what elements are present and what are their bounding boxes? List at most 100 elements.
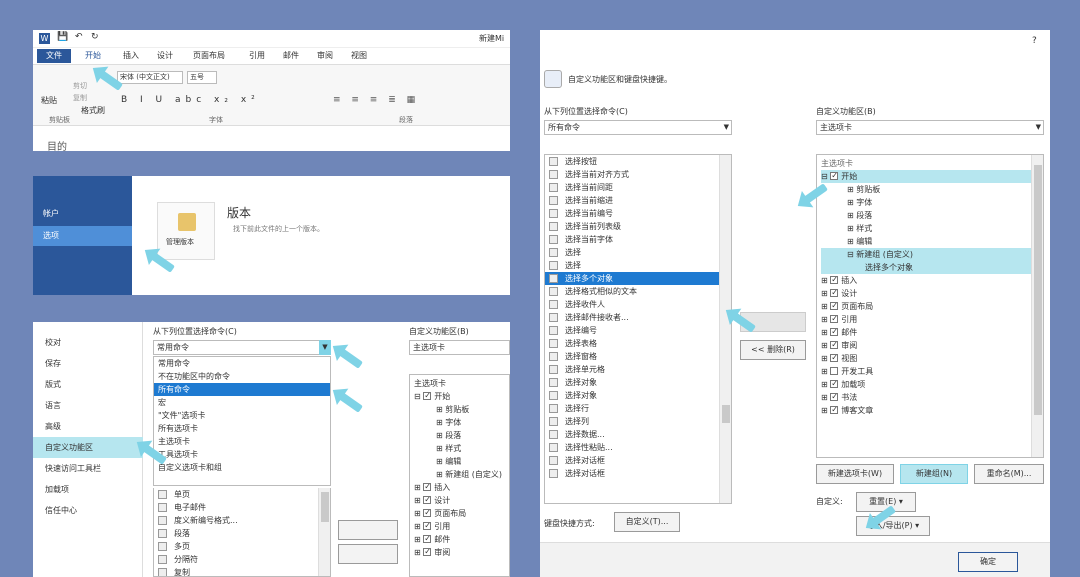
list-item[interactable]: 选择列 bbox=[545, 415, 731, 428]
add-button[interactable] bbox=[338, 520, 398, 540]
list-item[interactable]: 复制 bbox=[154, 566, 330, 576]
list-item[interactable]: 选择当前缩进 bbox=[545, 194, 731, 207]
tree-scrollbar[interactable] bbox=[1031, 155, 1043, 457]
dropdown-option-all-tabs[interactable]: 所有选项卡 bbox=[154, 422, 330, 435]
list-item[interactable]: 选择 bbox=[545, 259, 731, 272]
tab-mail[interactable]: 邮件 bbox=[283, 50, 299, 61]
tab-view[interactable]: 视图 bbox=[351, 50, 367, 61]
list-item-select-multiple[interactable]: 选择多个对象 bbox=[545, 272, 731, 285]
ok-button[interactable]: 确定 bbox=[958, 552, 1018, 572]
paragraph-buttons[interactable]: ≡ ≡ ≡ ≣ ▦ bbox=[333, 95, 419, 105]
format-painter-label[interactable]: 格式刷 bbox=[81, 105, 105, 116]
tree-item[interactable]: ⊞ 字体 bbox=[414, 416, 505, 429]
tab-references[interactable]: 引用 bbox=[249, 50, 265, 61]
list-item[interactable]: 选择数据... bbox=[545, 428, 731, 441]
font-name-select[interactable]: 宋体 (中文正文) bbox=[117, 71, 183, 84]
list-item[interactable]: 选择收件人 bbox=[545, 298, 731, 311]
tree-item[interactable]: ⊞ 剪贴板 bbox=[821, 183, 1039, 196]
tree-item[interactable]: ⊞ 插入 bbox=[821, 273, 1039, 287]
dropdown-option-macros[interactable]: 宏 bbox=[154, 396, 330, 409]
list-item[interactable]: 选择当前对齐方式 bbox=[545, 168, 731, 181]
list-item[interactable]: 单页 bbox=[154, 488, 330, 501]
font-format-buttons[interactable]: B I U abc x₂ x² bbox=[121, 95, 260, 105]
nav-customize-ribbon[interactable]: 自定义功能区 bbox=[33, 437, 143, 458]
choose-commands-dropdown[interactable]: 所有命令 ▼ bbox=[544, 120, 732, 135]
nav-options[interactable]: 选项 bbox=[33, 226, 132, 246]
nav-account[interactable]: 帐户 bbox=[43, 208, 59, 219]
choose-commands-dropdown[interactable]: 常用命令 bbox=[153, 340, 329, 355]
tree-item[interactable]: ⊞ 审阅 bbox=[414, 545, 505, 559]
list-item[interactable]: 选择性粘贴... bbox=[545, 441, 731, 454]
copy-label[interactable]: 复制 bbox=[73, 93, 87, 103]
tree-item[interactable]: ⊞ 视图 bbox=[821, 351, 1039, 365]
list-item[interactable]: 选择行 bbox=[545, 402, 731, 415]
nav-addins[interactable]: 加载项 bbox=[33, 479, 143, 500]
save-icon[interactable]: 💾 bbox=[57, 32, 68, 42]
dropdown-option-file-tab[interactable]: "文件"选项卡 bbox=[154, 409, 330, 422]
tree-item[interactable]: ⊞ 审阅 bbox=[821, 338, 1039, 352]
tree-item[interactable]: ⊞ 引用 bbox=[821, 312, 1039, 326]
tree-item-home[interactable]: ⊟ 开始 bbox=[821, 169, 1039, 183]
shortcut-customize-button[interactable]: 自定义(T)... bbox=[614, 512, 680, 532]
tree-item-home[interactable]: ⊟ 开始 bbox=[414, 389, 505, 403]
nav-trust-center[interactable]: 信任中心 bbox=[33, 500, 143, 521]
tab-review[interactable]: 审阅 bbox=[317, 50, 333, 61]
tree-item[interactable]: ⊞ 博客文章 bbox=[821, 403, 1039, 417]
list-item[interactable]: 选择对话框 bbox=[545, 467, 731, 480]
tab-layout[interactable]: 页面布局 bbox=[193, 50, 225, 61]
undo-icon[interactable]: ↶ bbox=[75, 32, 83, 42]
cut-label[interactable]: 剪切 bbox=[73, 81, 87, 91]
list-item[interactable]: 选择窗格 bbox=[545, 350, 731, 363]
list-item[interactable]: 选择编号 bbox=[545, 324, 731, 337]
list-item[interactable]: 段落 bbox=[154, 527, 330, 540]
dropdown-option-main-tabs[interactable]: 主选项卡 bbox=[154, 435, 330, 448]
nav-save[interactable]: 保存 bbox=[33, 353, 143, 374]
list-item[interactable]: 分隔符 bbox=[154, 553, 330, 566]
rename-button[interactable]: 重命名(M)... bbox=[974, 464, 1044, 484]
new-tab-button[interactable]: 新建选项卡(W) bbox=[816, 464, 894, 484]
tree-item[interactable]: ⊞ 邮件 bbox=[821, 325, 1039, 339]
list-item[interactable]: 度义新编号格式... bbox=[154, 514, 330, 527]
paste-label[interactable]: 粘贴 bbox=[41, 95, 57, 106]
list-item[interactable]: 选择对话框 bbox=[545, 454, 731, 467]
list-item[interactable]: 选择当前字体 bbox=[545, 233, 731, 246]
list-item[interactable]: 选择格式相似的文本 bbox=[545, 285, 731, 298]
list-item[interactable]: 选择当前列表级 bbox=[545, 220, 731, 233]
nav-quick-access[interactable]: 快速访问工具栏 bbox=[33, 458, 143, 479]
tree-item[interactable]: ⊞ 编辑 bbox=[414, 455, 505, 468]
tree-item-new-group[interactable]: ⊟ 新建组 (自定义) bbox=[821, 248, 1039, 261]
nav-language[interactable]: 语言 bbox=[33, 395, 143, 416]
dropdown-option-tool-tabs[interactable]: 工具选项卡 bbox=[154, 448, 330, 461]
list-item[interactable]: 选择表格 bbox=[545, 337, 731, 350]
list-item[interactable]: 选择当前编号 bbox=[545, 207, 731, 220]
list-item[interactable]: 选择按钮 bbox=[545, 155, 731, 168]
list-item[interactable]: 选择邮件接收者... bbox=[545, 311, 731, 324]
list-item[interactable]: 选择单元格 bbox=[545, 363, 731, 376]
list-item[interactable]: 选择对象 bbox=[545, 389, 731, 402]
tree-item[interactable]: ⊞ 书法 bbox=[821, 390, 1039, 404]
nav-layout[interactable]: 版式 bbox=[33, 374, 143, 395]
list-item[interactable]: 选择对象 bbox=[545, 376, 731, 389]
manage-version-button[interactable]: 管理版本 bbox=[157, 202, 215, 260]
tree-item[interactable]: ⊞ 样式 bbox=[414, 442, 505, 455]
tab-design[interactable]: 设计 bbox=[157, 50, 173, 61]
tree-item[interactable]: ⊞ 样式 bbox=[821, 222, 1039, 235]
tree-item[interactable]: ⊞ 页面布局 bbox=[821, 299, 1039, 313]
tree-item[interactable]: ⊞ 剪贴板 bbox=[414, 403, 505, 416]
font-size-select[interactable]: 五号 bbox=[187, 71, 217, 84]
tree-item[interactable]: ⊞ 段落 bbox=[414, 429, 505, 442]
remove-button[interactable]: << 删除(R) bbox=[740, 340, 806, 360]
tree-item[interactable]: ⊞ 开发工具 bbox=[821, 365, 1039, 378]
tree-item[interactable]: ⊞ 编辑 bbox=[821, 235, 1039, 248]
tab-insert[interactable]: 插入 bbox=[123, 50, 139, 61]
tree-item[interactable]: ⊞ 字体 bbox=[821, 196, 1039, 209]
tree-item[interactable]: ⊞ 段落 bbox=[821, 209, 1039, 222]
commands-scrollbar[interactable] bbox=[318, 488, 330, 576]
list-item[interactable]: 电子邮件 bbox=[154, 501, 330, 514]
remove-button[interactable] bbox=[338, 544, 398, 564]
dropdown-option-common[interactable]: 常用命令 bbox=[154, 357, 330, 370]
dropdown-option-custom[interactable]: 自定义选项卡和组 bbox=[154, 461, 330, 474]
list-item[interactable]: 选择当前间距 bbox=[545, 181, 731, 194]
redo-icon[interactable]: ↻ bbox=[91, 32, 99, 42]
list-item[interactable]: 选择 bbox=[545, 246, 731, 259]
